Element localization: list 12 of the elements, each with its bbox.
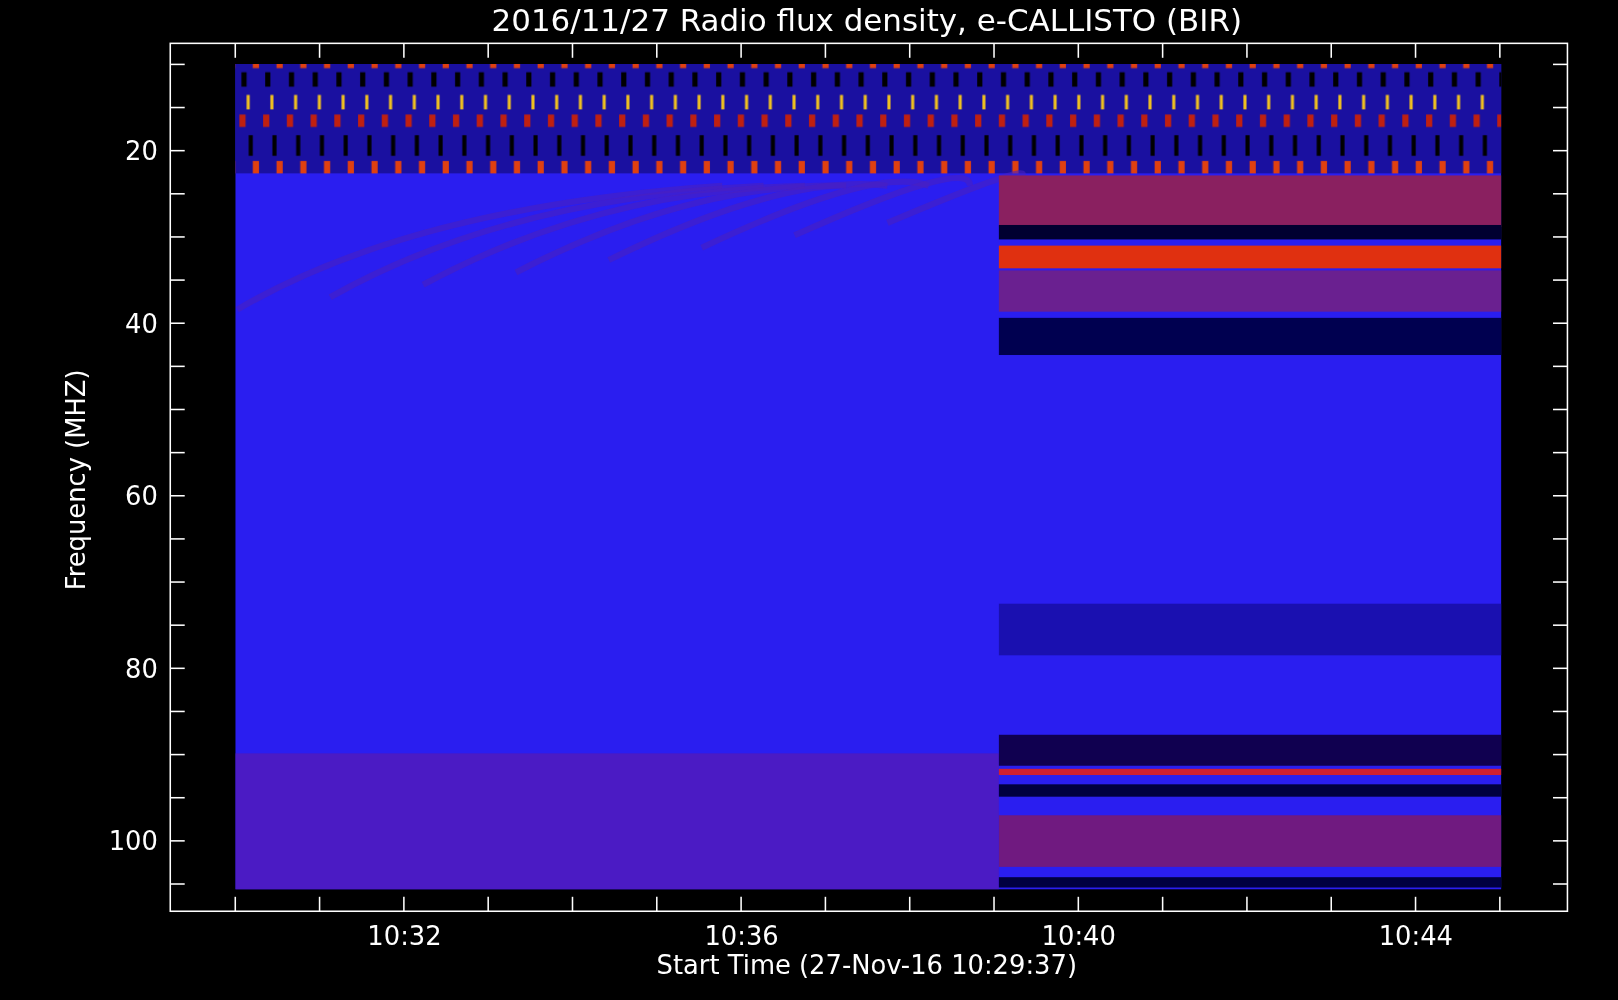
axis-label: Frequency (MHZ) <box>60 369 91 591</box>
tick-label: 10:32 <box>367 921 442 952</box>
tick-label: 80 <box>125 653 158 684</box>
tick-label: 100 <box>108 826 158 857</box>
tick-label: 10:44 <box>1378 921 1453 952</box>
tick-label: 60 <box>125 481 158 512</box>
tick-label: 40 <box>125 308 158 339</box>
tick-label: 10:40 <box>1041 921 1116 952</box>
tick-label: 10:36 <box>704 921 779 952</box>
plot-title: 2016/11/27 Radio flux density, e-CALLISTO (BIR) <box>491 1 1243 38</box>
axis-label: Start Time (27-Nov-16 10:29:37) <box>656 950 1077 981</box>
tick-label: 20 <box>125 135 158 166</box>
